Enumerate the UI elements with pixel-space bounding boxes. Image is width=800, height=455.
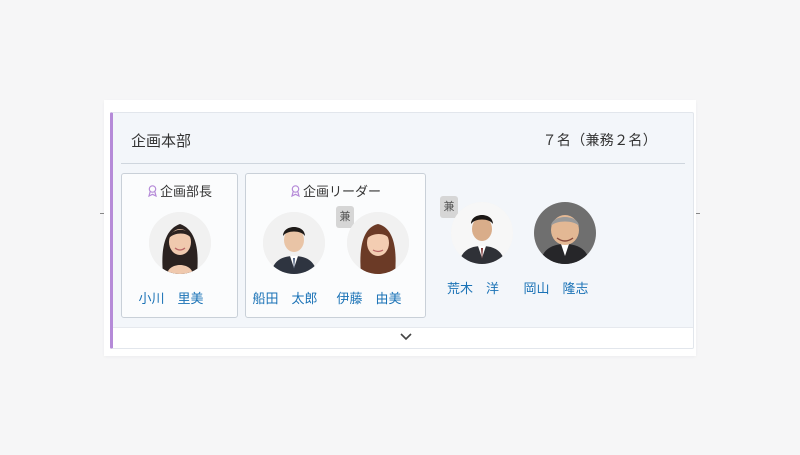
group-leader: 企画リーダー 船田 太郎 兼 伊藤 由美 — [245, 173, 426, 318]
members-area: 企画部長 小川 里美 企画リーダー 船田 太郎 兼 伊藤 由美 兼 荒木 洋 岡… — [113, 165, 693, 327]
photo-woman-icon — [149, 212, 211, 274]
member-count: ７名（兼務２名） — [542, 133, 657, 149]
group-manager: 企画部長 小川 里美 — [121, 173, 238, 318]
avatar[interactable] — [451, 202, 513, 264]
photo-woman-icon — [347, 212, 409, 274]
department-name: 企画本部 — [131, 132, 192, 150]
avatar[interactable] — [149, 212, 211, 274]
member-name[interactable]: 船田 太郎 — [242, 288, 328, 307]
group-title-text: 企画部長 — [159, 185, 212, 200]
photo-man-icon — [534, 202, 596, 264]
member-name[interactable]: 岡山 隆志 — [513, 278, 599, 297]
org-chart-node: 企画本部 ７名（兼務２名） 企画部長 小川 里美 企画リーダー 船田 太郎 兼 … — [104, 100, 696, 356]
award-icon — [291, 185, 300, 198]
department-card: 企画本部 ７名（兼務２名） 企画部長 小川 里美 企画リーダー 船田 太郎 兼 … — [110, 112, 694, 349]
group-title: 企画部長 — [122, 181, 237, 200]
photo-man-icon — [451, 202, 513, 264]
member-name[interactable]: 伊藤 由美 — [326, 288, 412, 307]
department-header: 企画本部 ７名（兼務２名） — [121, 113, 685, 164]
group-title-text: 企画リーダー — [302, 185, 381, 200]
group-title: 企画リーダー — [246, 181, 425, 200]
expand-footer[interactable] — [113, 327, 693, 348]
avatar[interactable] — [263, 212, 325, 274]
avatar[interactable] — [347, 212, 409, 274]
member-name[interactable]: 小川 里美 — [128, 288, 214, 307]
avatar[interactable] — [534, 202, 596, 264]
member-name[interactable]: 荒木 洋 — [430, 278, 516, 297]
award-icon — [148, 185, 157, 198]
photo-man-icon — [263, 212, 325, 274]
chevron-down-icon[interactable] — [399, 332, 413, 342]
